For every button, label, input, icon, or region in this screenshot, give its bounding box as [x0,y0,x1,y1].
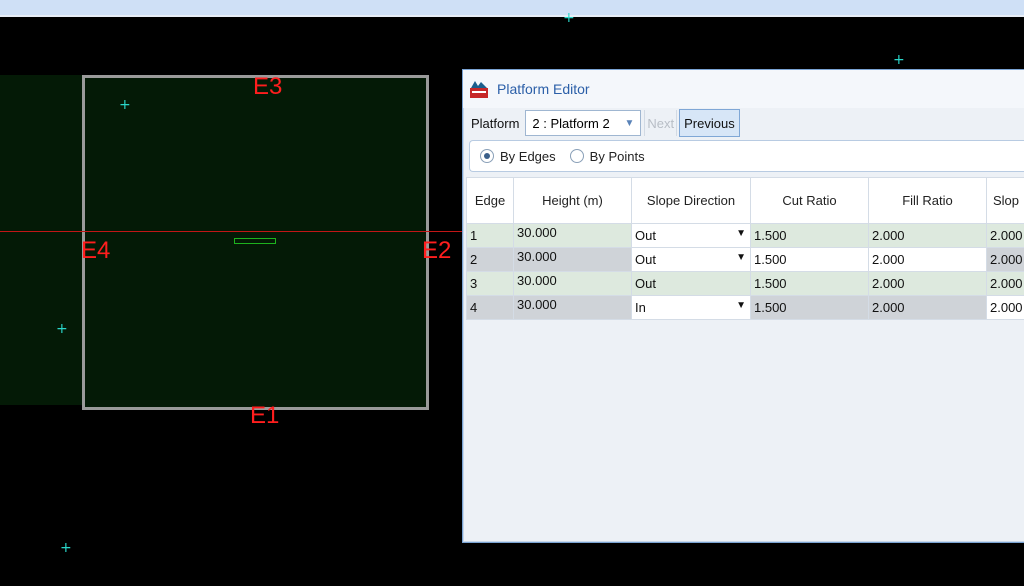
edge-cell[interactable]: 4 [466,295,514,320]
chevron-down-icon[interactable]: ▼ [625,118,635,129]
adjacent-platform-region[interactable] [0,75,85,405]
mode-radio-group: By Edges By Points [469,140,1024,172]
column-header-height[interactable]: Height (m) [513,177,632,224]
column-header-edge[interactable]: Edge [466,177,514,224]
table-row[interactable]: 4 30.000 In ▼ 1.500 2.000 2.000 [466,295,1024,320]
previous-button[interactable]: Previous [679,109,740,137]
radio-by-edges[interactable]: By Edges [480,149,556,164]
slope-cell[interactable]: 2.000 [986,247,1024,272]
slope-cell[interactable]: 2.000 [986,223,1024,248]
fill-ratio-cell[interactable]: 2.000 [868,223,987,248]
cut-ratio-cell[interactable]: 1.500 [750,223,869,248]
radio-selected-icon[interactable] [480,149,494,163]
edge-cell[interactable]: 2 [466,247,514,272]
column-header-cut-ratio[interactable]: Cut Ratio [750,177,869,224]
crosshair-marker: + [60,540,72,556]
edge-cell[interactable]: 1 [466,223,514,248]
dropdown-arrow-icon[interactable]: ▼ [736,300,746,311]
app-top-bar [0,0,1024,17]
cut-ratio-cell[interactable]: 1.500 [750,247,869,272]
platform-select-value: 2 : Platform 2 [532,115,610,131]
dialog-title-bar[interactable]: Platform Editor [463,70,1024,108]
column-header-slope-direction[interactable]: Slope Direction [631,177,751,224]
fill-ratio-cell[interactable]: 2.000 [868,247,987,272]
radio-unselected-icon[interactable] [569,149,584,163]
fill-ratio-cell[interactable]: 2.000 [868,271,987,296]
dropdown-arrow-icon[interactable]: ▼ [736,252,746,263]
crosshair-marker: + [893,52,905,68]
edge-label-e3: E3 [253,73,283,100]
height-cell[interactable]: 30.000 [513,247,632,272]
dropdown-value: In [635,300,646,315]
cut-ratio-cell[interactable]: 1.500 [750,271,869,296]
slope-cell[interactable]: 2.000 [986,295,1024,320]
slope-cell[interactable]: 2.000 [986,271,1024,296]
height-cell[interactable]: 30.000 [513,271,632,296]
slope-direction-cell[interactable]: Out [631,271,751,296]
column-header-slope[interactable]: Slop [986,177,1024,224]
table-row[interactable]: 2 30.000 Out ▼ 1.500 2.000 2.000 [466,247,1024,272]
platform-center-marker [234,238,276,244]
app-logo-icon [470,81,488,98]
height-cell[interactable]: 30.000 [513,295,632,320]
edge-label-e1: E1 [250,402,280,429]
next-button[interactable]: Next [644,110,678,136]
dropdown-value: Out [635,228,656,243]
table-row[interactable]: 3 30.000 Out 1.500 2.000 2.000 [466,271,1024,296]
platform-select[interactable]: 2 : Platform 2 ▼ [525,110,642,136]
table-row[interactable]: 1 30.000 Out ▼ 1.500 2.000 2.000 [466,223,1024,248]
radio-label: By Edges [500,148,556,164]
crosshair-marker: + [56,321,68,337]
edge-label-e4: E4 [81,237,111,264]
platform-editor-dialog: Platform Editor Platform 2 : Platform 2 … [462,69,1024,543]
column-header-fill-ratio[interactable]: Fill Ratio [868,177,987,224]
dropdown-value: Out [635,252,656,267]
red-axis-line [0,231,465,232]
table-header-row: Edge Height (m) Slope Direction Cut Rati… [466,177,1024,224]
fill-ratio-cell[interactable]: 2.000 [868,295,987,320]
slope-direction-dropdown[interactable]: Out ▼ [631,247,751,272]
radio-by-points[interactable]: By Points [569,148,645,164]
dropdown-arrow-icon[interactable]: ▼ [736,228,746,239]
platform-toolbar: Platform 2 : Platform 2 ▼ Next Previous [467,108,740,138]
slope-direction-dropdown[interactable]: In ▼ [631,295,751,320]
edge-cell[interactable]: 3 [466,271,514,296]
crosshair-marker: + [563,10,575,26]
crosshair-marker: + [119,97,131,113]
cut-ratio-cell[interactable]: 1.500 [750,295,869,320]
slope-direction-dropdown[interactable]: Out ▼ [631,223,751,248]
height-cell[interactable]: 30.000 [513,223,632,248]
platform-label: Platform [471,115,520,131]
radio-label: By Points [589,148,645,164]
dialog-title: Platform Editor [497,81,590,97]
edge-label-e2: E2 [422,237,452,264]
edge-table: Edge Height (m) Slope Direction Cut Rati… [466,177,1024,320]
